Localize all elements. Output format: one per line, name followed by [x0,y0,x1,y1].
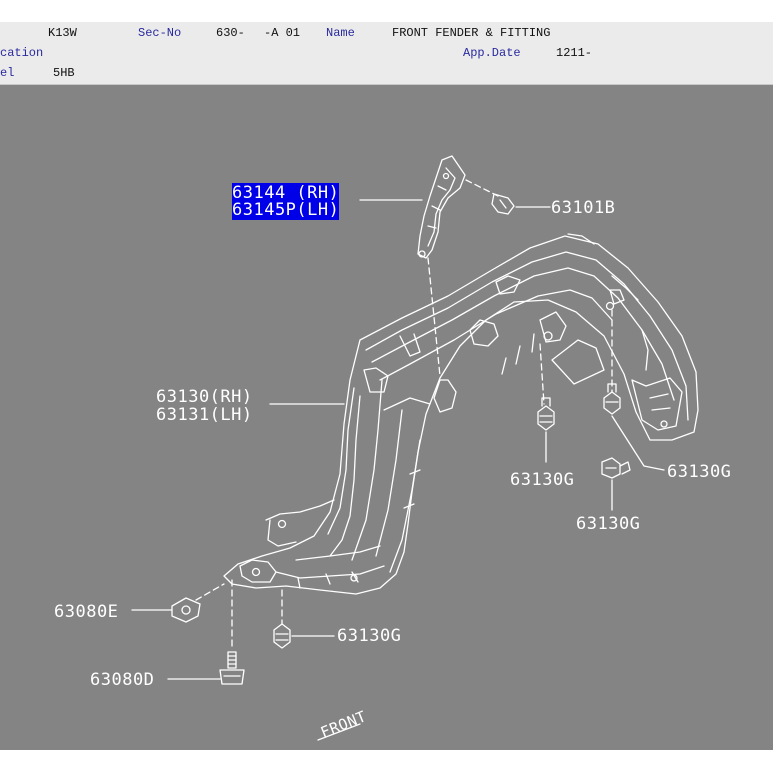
sec-no-value: 630- [216,26,245,40]
part-label-63101b[interactable]: 63101B [551,199,615,217]
part-label-63080e[interactable]: 63080E [54,603,118,621]
part-label-63130g-a[interactable]: 63130G [510,471,574,489]
screw-63101B [491,193,515,215]
model-code: K13W [48,26,77,40]
part-label-63131-lh[interactable]: 63131(LH) [156,406,253,424]
app-date-value: 1211- [556,46,593,60]
clip-63130G-c [601,457,631,479]
clip-63130G-a [537,397,555,431]
sec-no-label: Sec-No [138,26,182,40]
part-label-63145p-lh[interactable]: 63145P(LH) [232,200,340,220]
part-label-63130g-d[interactable]: 63130G [337,627,401,645]
parts-header: K13W Sec-No 630- -A 01 Name FRONT FENDER… [0,22,773,85]
assembly-guide-lines [195,179,613,651]
nut-63080E [171,597,201,623]
part-label-63130g-b[interactable]: 63130G [667,463,731,481]
fender-liner-drawing [131,155,699,741]
application-label: cation [0,46,44,60]
model-label: el [0,66,15,80]
model-value: 5HB [53,66,75,80]
clip-63130G-b [603,383,621,415]
bracket-part-drawing [417,155,466,259]
part-label-63080d[interactable]: 63080D [90,671,154,689]
clip-63130G-d [273,623,291,649]
fender-liner-drawing-body [223,233,699,595]
name-value: FRONT FENDER & FITTING [392,26,551,40]
parts-diagram-canvas: 63144 (RH) 63145P(LH) 63101B 63130(RH) 6… [0,85,773,750]
bottom-margin [0,750,773,773]
bolt-63080D [219,651,245,685]
part-label-63130-rh[interactable]: 63130(RH) [156,388,253,406]
app-date-label: App.Date [463,46,521,60]
part-label-63130g-c[interactable]: 63130G [576,515,640,533]
sec-no-suffix: -A 01 [264,26,301,40]
name-label: Name [326,26,355,40]
